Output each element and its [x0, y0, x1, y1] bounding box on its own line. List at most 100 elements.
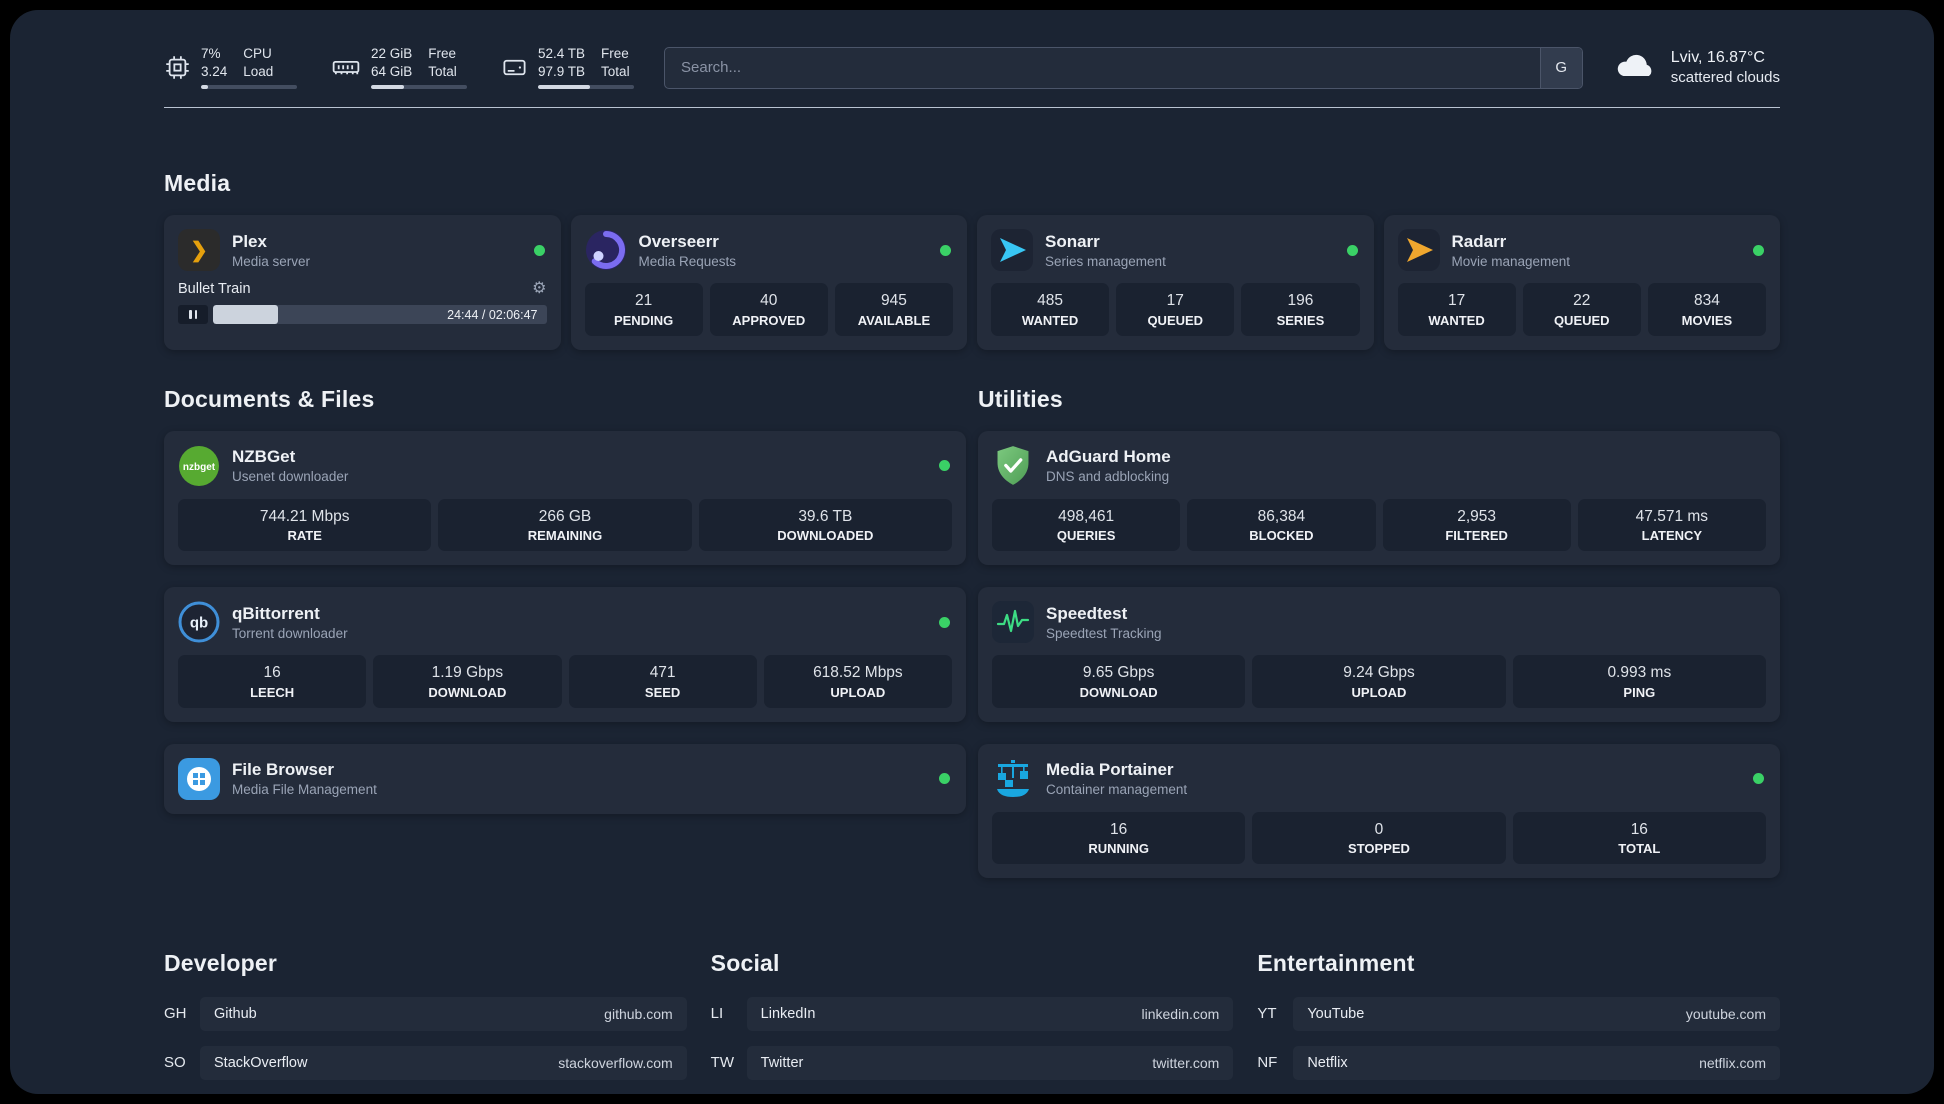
stat-tile: 834 MOVIES: [1647, 283, 1767, 336]
app-subtitle: Container management: [1046, 782, 1188, 797]
app-card-speedtest[interactable]: Speedtest Speedtest Tracking 9.65 Gbps DO…: [978, 587, 1780, 722]
stat-tile: 16 RUNNING: [992, 811, 1246, 864]
app-card-radarr[interactable]: Radarr Movie management 17 WANTED 22 QUEUE…: [1383, 215, 1780, 350]
app-card-filebrowser[interactable]: File Browser Media File Management: [164, 743, 966, 814]
app-card-overseerr[interactable]: Overseerr Media Requests 21 PENDING 40 APP…: [570, 215, 967, 350]
cpu-progress-bar: [201, 85, 297, 90]
hard-disk-icon: [501, 54, 528, 81]
stat-tile: 86,384 BLOCKED: [1187, 498, 1376, 552]
bookmark-link-twitter[interactable]: Twitter twitter.com: [746, 1045, 1234, 1080]
ram-total-label: Total: [428, 64, 457, 80]
top-bar: 7% 3.24 CPU Load 22 GiB 64 GiB Free Tota…: [164, 46, 1780, 90]
disk-total-label: Total: [601, 64, 630, 80]
bookmark-link-stackoverflow[interactable]: StackOverflow stackoverflow.com: [200, 1045, 687, 1080]
stat-tile: 485 WANTED: [991, 283, 1110, 336]
svg-text:qb: qb: [190, 615, 208, 632]
status-dot: [939, 460, 950, 472]
stat-tile: 17 WANTED: [1397, 283, 1516, 336]
stat-tile: 0.993 ms PING: [1512, 655, 1766, 708]
stat-tile: 40 APPROVED: [709, 283, 828, 336]
bookmark-row: SO StackOverflow stackoverflow.com: [164, 1045, 687, 1080]
app-name: Sonarr: [1045, 231, 1100, 251]
search-provider-button[interactable]: G: [1539, 47, 1582, 88]
plex-icon: ❯: [178, 229, 220, 272]
app-subtitle: Speedtest Tracking: [1046, 625, 1162, 641]
app-subtitle: Usenet downloader: [232, 469, 349, 485]
bookmark-abbr: GH: [164, 1005, 187, 1023]
qbittorrent-icon: qb: [178, 601, 220, 643]
now-playing-title: Bullet Train: [178, 281, 251, 298]
bookmark-row: NF Netflix netflix.com: [1257, 1045, 1780, 1080]
cpu-metric: 7% 3.24 CPU Load: [164, 46, 297, 90]
dashboard: 7% 3.24 CPU Load 22 GiB 64 GiB Free Tota…: [10, 10, 1934, 1094]
stat-tile: 16 LEECH: [178, 655, 367, 708]
media-card-row: ❯ Plex Media server Bullet Train ⚙ 24:44…: [164, 215, 1780, 350]
status-dot: [939, 773, 950, 784]
section-title-utilities: Utilities: [978, 385, 1063, 412]
cpu-label: CPU: [243, 46, 272, 61]
app-subtitle: Movie management: [1451, 253, 1571, 269]
app-name: AdGuard Home: [1046, 447, 1171, 467]
settings-gear-icon[interactable]: ⚙: [532, 281, 546, 297]
utilities-column: Utilities AdGuard Home DNS and adblockin…: [978, 386, 1780, 878]
bookmark-abbr: TW: [710, 1054, 734, 1072]
app-name: Speedtest: [1046, 603, 1128, 623]
disk-free-label: Free: [601, 46, 629, 61]
bookmarks-area: Developer GH Github github.com SO StackO…: [164, 950, 1780, 1094]
app-subtitle: Torrent downloader: [232, 625, 348, 641]
speedtest-waveform-icon: [992, 601, 1034, 644]
plex-now-playing: Bullet Train ⚙ 24:44 / 02:06:47: [178, 281, 547, 325]
cpu-percent: 7%: [201, 46, 221, 61]
ram-progress-bar: [371, 85, 467, 90]
stat-tile: 1.19 Gbps DOWNLOAD: [373, 655, 562, 708]
nzbget-icon: nzbget: [178, 445, 220, 487]
app-card-qbittorrent[interactable]: qb qBittorrent Torrent downloader 16 LEEC…: [164, 587, 966, 722]
bookmark-row: GH Github github.com: [164, 996, 687, 1031]
pause-button[interactable]: [178, 305, 208, 325]
cpu-load-label: Load: [243, 64, 274, 80]
section-title-entertainment: Entertainment: [1257, 949, 1415, 976]
playback-progress-bar[interactable]: 24:44 / 02:06:47: [213, 305, 547, 325]
section-title-developer: Developer: [164, 949, 278, 976]
weather-condition: scattered clouds: [1670, 69, 1780, 87]
status-dot: [1753, 773, 1764, 784]
app-card-nzbget[interactable]: nzbget NZBGet Usenet downloader 744.21 M…: [164, 430, 966, 566]
bookmark-abbr: SO: [164, 1054, 186, 1072]
stat-tile: 471 SEED: [568, 655, 757, 708]
ram-total-value: 64 GiB: [371, 64, 413, 80]
app-subtitle: Media File Management: [232, 782, 377, 797]
bookmark-link-youtube[interactable]: YouTube youtube.com: [1293, 996, 1780, 1031]
bookmark-link-linkedin[interactable]: LinkedIn linkedin.com: [746, 996, 1234, 1031]
topbar-divider: [164, 107, 1780, 109]
stat-tile: 0 STOPPED: [1252, 811, 1506, 864]
stat-tile: 9.24 Gbps UPLOAD: [1252, 655, 1506, 708]
app-name: Plex: [232, 231, 267, 251]
search-input[interactable]: [665, 47, 1540, 88]
bookmark-link-netflix[interactable]: Netflix netflix.com: [1293, 1045, 1780, 1080]
app-name: Radarr: [1451, 231, 1507, 251]
svg-text:nzbget: nzbget: [183, 462, 216, 473]
adguard-shield-icon: [992, 445, 1034, 487]
app-card-sonarr[interactable]: Sonarr Series management 485 WANTED 17 QUE…: [977, 215, 1374, 350]
app-card-adguard[interactable]: AdGuard Home DNS and adblocking 498,461 Q…: [978, 430, 1780, 566]
app-subtitle: Media Requests: [638, 253, 737, 269]
stat-tile: 9.65 Gbps DOWNLOAD: [992, 655, 1246, 708]
stat-tile: 2,953 FILTERED: [1382, 498, 1571, 552]
stat-tile: 22 QUEUED: [1522, 283, 1641, 336]
stat-tile: 47.571 ms LATENCY: [1577, 498, 1766, 552]
sonarr-icon: [991, 229, 1033, 272]
app-subtitle: Series management: [1045, 253, 1166, 269]
stat-tile: 17 QUEUED: [1116, 283, 1235, 336]
bookmark-row: LI LinkedIn linkedin.com: [710, 996, 1234, 1031]
bookmarks-entertainment: Entertainment YT YouTube youtube.com NF …: [1257, 950, 1780, 1094]
cpu-chip-icon: [164, 54, 191, 81]
app-card-plex[interactable]: ❯ Plex Media server Bullet Train ⚙ 24:44…: [164, 215, 561, 350]
app-card-portainer[interactable]: Media Portainer Container management 16 R…: [978, 743, 1780, 878]
app-name: NZBGet: [232, 447, 296, 467]
disk-metric: 52.4 TB 97.9 TB Free Total: [501, 46, 634, 90]
stat-tile: 16 TOTAL: [1512, 811, 1766, 864]
filebrowser-icon: [178, 757, 220, 800]
stat-tile: 39.6 TB DOWNLOADED: [698, 498, 952, 552]
bookmark-link-github[interactable]: Github github.com: [200, 996, 687, 1031]
bookmark-abbr: LI: [710, 1005, 724, 1023]
